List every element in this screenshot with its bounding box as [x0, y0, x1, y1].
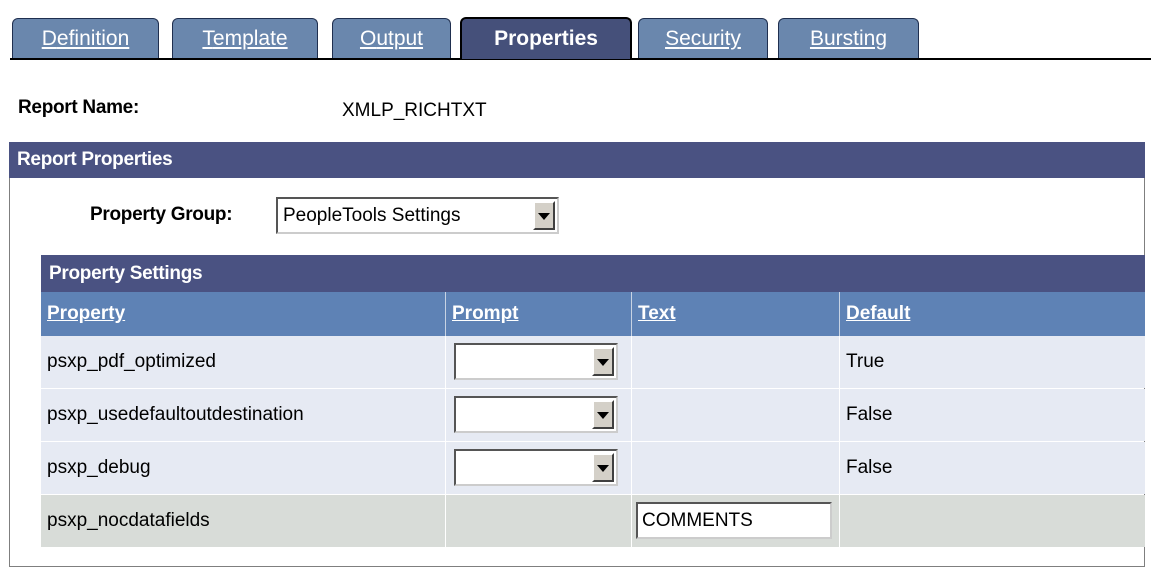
- property-settings-header-row: Property Prompt Text Default: [41, 292, 1145, 336]
- tab-security[interactable]: Security: [638, 18, 768, 59]
- report-properties-header: Report Properties: [9, 142, 1145, 178]
- report-name-label: Report Name:: [18, 97, 139, 118]
- prompt-cell: [445, 442, 631, 494]
- table-row: psxp_usedefaultoutdestination False: [41, 389, 1145, 441]
- tab-template[interactable]: Template: [172, 18, 318, 59]
- prompt-cell: [445, 495, 631, 547]
- text-cell: [631, 336, 839, 388]
- tab-output[interactable]: Output: [332, 18, 451, 59]
- property-cell: psxp_nocdatafields: [47, 510, 210, 531]
- tab-template-accel: T: [202, 27, 213, 50]
- text-input[interactable]: [636, 502, 832, 539]
- tab-definition-label: efinition: [56, 27, 130, 50]
- chevron-down-icon[interactable]: [592, 347, 614, 376]
- tab-bursting[interactable]: Bursting: [778, 18, 919, 59]
- property-settings-title: Property Settings: [41, 255, 1145, 292]
- tab-properties[interactable]: Properties: [460, 17, 632, 59]
- report-name-value: XMLP_RICHTXT: [342, 100, 487, 121]
- default-cell: [839, 495, 1145, 547]
- column-header-default[interactable]: Default: [839, 292, 1145, 336]
- prompt-select[interactable]: [454, 396, 618, 433]
- default-cell: False: [839, 389, 1145, 441]
- prompt-select[interactable]: [454, 343, 618, 380]
- tab-security-accel: S: [665, 27, 680, 50]
- tab-output-accel: O: [359, 27, 377, 50]
- prompt-cell: [445, 389, 631, 441]
- tab-bursting-accel: B: [809, 27, 824, 50]
- table-row: psxp_nocdatafields: [41, 495, 1145, 547]
- column-header-property[interactable]: Property: [41, 292, 445, 336]
- text-cell: [631, 495, 839, 547]
- column-header-prompt[interactable]: Prompt: [445, 292, 631, 336]
- text-cell: [631, 389, 839, 441]
- tab-properties-label: Properties: [494, 27, 598, 50]
- prompt-select[interactable]: [454, 449, 618, 486]
- property-group-label: Property Group:: [90, 204, 233, 225]
- property-cell: psxp_pdf_optimized: [47, 351, 216, 372]
- table-row: psxp_pdf_optimized True: [41, 336, 1145, 388]
- column-header-text[interactable]: Text: [631, 292, 839, 336]
- tab-definition[interactable]: Definition: [12, 18, 159, 59]
- tab-definition-accel: D: [41, 27, 57, 50]
- chevron-down-icon[interactable]: [533, 201, 555, 230]
- chevron-down-icon[interactable]: [592, 400, 614, 429]
- prompt-cell: [445, 336, 631, 388]
- tab-template-label: emplate: [212, 27, 288, 50]
- default-cell: True: [839, 336, 1145, 388]
- property-group-value: PeopleTools Settings: [283, 205, 461, 226]
- tab-output-label: utput: [376, 27, 424, 50]
- text-cell: [631, 442, 839, 494]
- tab-bursting-label: ursting: [823, 27, 888, 50]
- property-cell: psxp_debug: [47, 457, 151, 478]
- table-row: psxp_debug False: [41, 442, 1145, 494]
- property-group-select[interactable]: PeopleTools Settings: [276, 197, 559, 234]
- tab-bar: Definition Template Output Properties Se…: [0, 0, 1151, 60]
- chevron-down-icon[interactable]: [592, 453, 614, 482]
- default-cell: False: [839, 442, 1145, 494]
- property-cell: psxp_usedefaultoutdestination: [47, 404, 304, 425]
- tab-security-label: ecurity: [679, 27, 741, 50]
